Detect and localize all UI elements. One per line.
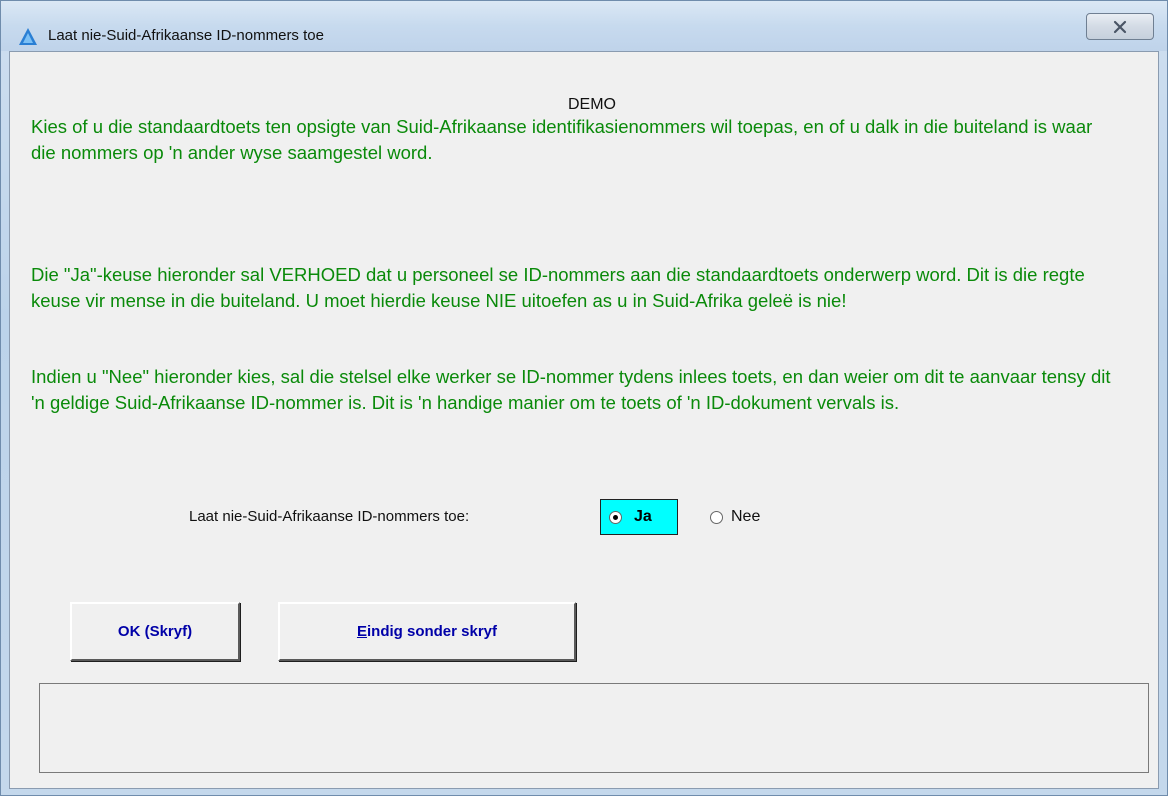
demo-label: DEMO	[568, 96, 616, 113]
radio-unchecked-icon	[710, 510, 723, 524]
close-button[interactable]	[1086, 13, 1154, 40]
radio-checked-icon	[609, 510, 622, 524]
status-panel	[39, 683, 1149, 773]
radio-ja-label: Ja	[634, 508, 652, 525]
ok-write-label: OK (Skryf)	[117, 623, 193, 640]
allow-foreign-id-label: Laat nie-Suid-Afrikaanse ID-nommers toe:	[189, 508, 470, 525]
ok-write-button[interactable]: OK (Skryf)	[70, 602, 240, 661]
title-bar[interactable]: Laat nie-Suid-Afrikaanse ID-nommers toe	[1, 1, 1167, 51]
dialog-client-area: DEMO Kies of u die standaardtoets ten op…	[9, 51, 1159, 789]
end-button-label: indig sonder skryf	[366, 623, 498, 640]
radio-nee[interactable]: Nee	[710, 508, 760, 526]
yes-explanation-paragraph: Die "Ja"-keuse hieronder sal VERHOED dat…	[31, 264, 1085, 311]
window-title: Laat nie-Suid-Afrikaanse ID-nommers toe	[48, 27, 324, 44]
app-logo-icon	[19, 28, 37, 45]
radio-nee-label: Nee	[731, 508, 761, 525]
end-button-accelerator: E	[356, 623, 367, 640]
close-icon	[1113, 20, 1127, 33]
radio-ja[interactable]: Ja	[600, 499, 678, 535]
dialog-window: Laat nie-Suid-Afrikaanse ID-nommers toe …	[0, 0, 1168, 796]
intro-paragraph: Kies of u die standaardtoets ten opsigte…	[31, 116, 1093, 163]
no-explanation-paragraph: Indien u "Nee" hieronder kies, sal die s…	[31, 366, 1111, 413]
end-without-writing-button[interactable]: Eindig sonder skryf	[278, 602, 576, 661]
